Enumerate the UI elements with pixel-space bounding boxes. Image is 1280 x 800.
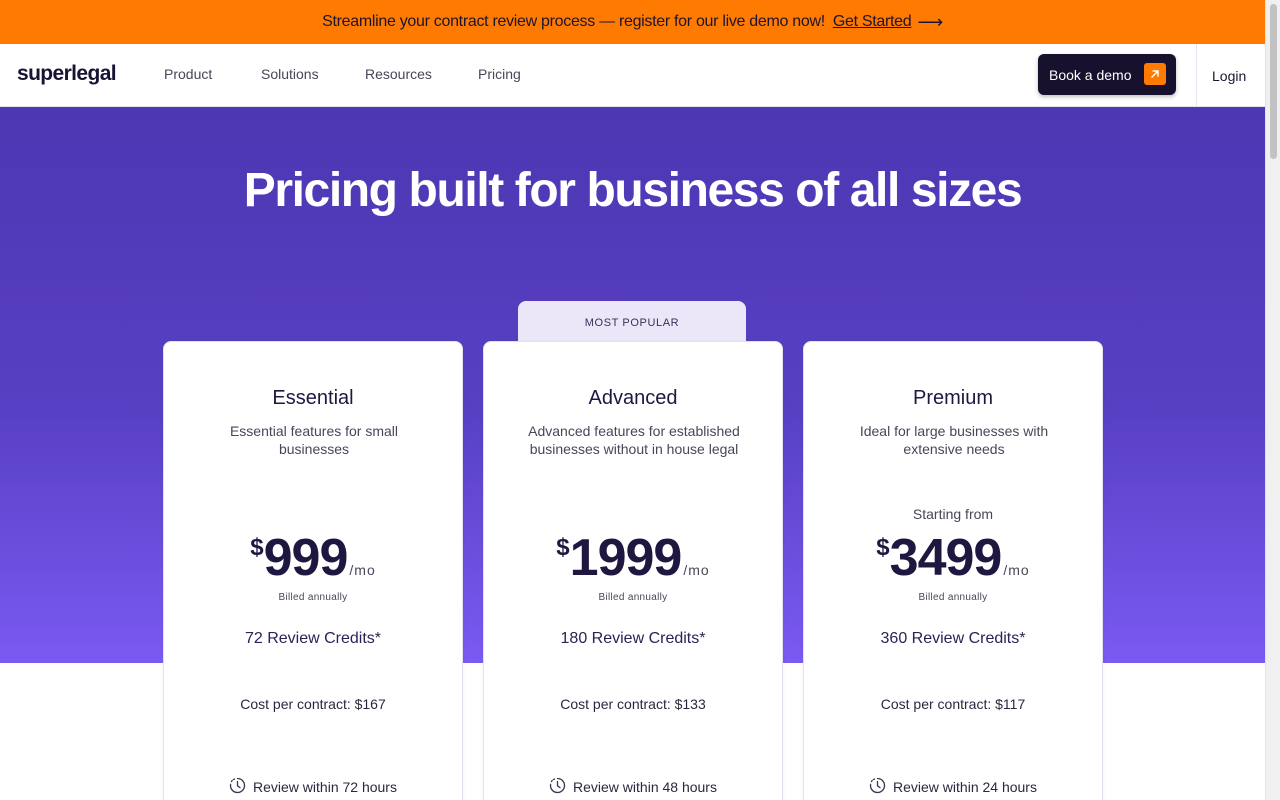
announcement-text: Streamline your contract review process … <box>322 13 825 30</box>
scrollbar-thumb[interactable] <box>1270 4 1277 159</box>
review-time-text: Review within 72 hours <box>253 779 397 795</box>
plan-card-essential: Essential Essential features for small b… <box>163 341 463 800</box>
price-period: /mo <box>683 562 710 578</box>
clock-icon <box>229 777 246 797</box>
top-navigation: superlegal Product Solutions Resources P… <box>0 44 1265 107</box>
plan-name: Premium <box>912 387 993 409</box>
plan-name: Essential <box>272 387 354 409</box>
plan-starting-from: Starting from <box>912 506 994 522</box>
plan-price: $1999/mo <box>484 528 782 588</box>
billing-note: Billed annually <box>598 592 668 603</box>
plan-description: Essential features for small businesses <box>229 423 399 457</box>
nav-item-product[interactable]: Product <box>164 66 212 82</box>
arrow-up-right-icon <box>1144 63 1166 85</box>
billing-note: Billed annually <box>278 592 348 603</box>
plan-price: $999/mo <box>164 528 462 588</box>
plan-price: $3499/mo <box>804 528 1102 588</box>
price-amount: 1999 <box>569 529 683 587</box>
plan-name: Advanced <box>588 387 678 409</box>
price-amount: 999 <box>263 529 349 587</box>
review-time: Review within 24 hours <box>804 777 1102 797</box>
cost-per-contract: Cost per contract: $167 <box>240 696 386 712</box>
nav-item-solutions[interactable]: Solutions <box>261 66 319 82</box>
review-time: Review within 72 hours <box>164 777 462 797</box>
login-link[interactable]: Login <box>1212 68 1246 84</box>
price-amount: 3499 <box>889 529 1003 587</box>
announcement-bar: Streamline your contract review process … <box>0 0 1265 44</box>
clock-icon <box>549 777 566 797</box>
nav-item-resources[interactable]: Resources <box>365 66 432 82</box>
most-popular-badge: MOST POPULAR <box>518 301 746 343</box>
price-period: /mo <box>1003 562 1030 578</box>
nav-divider <box>1196 44 1197 106</box>
plan-description: Ideal for large businesses with extensiv… <box>859 423 1049 457</box>
logo[interactable]: superlegal <box>17 62 117 86</box>
price-period: /mo <box>349 562 376 578</box>
billing-note: Billed annually <box>918 592 988 603</box>
book-demo-button[interactable]: Book a demo <box>1038 54 1176 95</box>
nav-item-pricing[interactable]: Pricing <box>478 66 521 82</box>
plan-card-premium: Premium Ideal for large businesses with … <box>803 341 1103 800</box>
plan-description: Advanced features for established busine… <box>528 423 740 457</box>
cost-per-contract: Cost per contract: $133 <box>560 696 706 712</box>
get-started-link[interactable]: Get Started <box>833 13 912 31</box>
plan-card-advanced: Advanced Advanced features for establish… <box>483 341 783 800</box>
price-currency: $ <box>876 534 890 561</box>
review-time-text: Review within 48 hours <box>573 779 717 795</box>
arrow-right-icon[interactable]: ⟶ <box>917 12 943 33</box>
book-demo-label: Book a demo <box>1049 66 1132 83</box>
price-currency: $ <box>556 534 570 561</box>
price-currency: $ <box>250 534 264 561</box>
review-time: Review within 48 hours <box>484 777 782 797</box>
hero-title: Pricing built for business of all sizes <box>243 164 1023 217</box>
review-credits: 360 Review Credits* <box>880 630 1026 647</box>
page-scrollbar[interactable] <box>1265 0 1280 800</box>
clock-icon <box>869 777 886 797</box>
cost-per-contract: Cost per contract: $117 <box>880 696 1026 712</box>
review-time-text: Review within 24 hours <box>893 779 1037 795</box>
review-credits: 180 Review Credits* <box>560 630 706 647</box>
review-credits: 72 Review Credits* <box>244 630 382 647</box>
